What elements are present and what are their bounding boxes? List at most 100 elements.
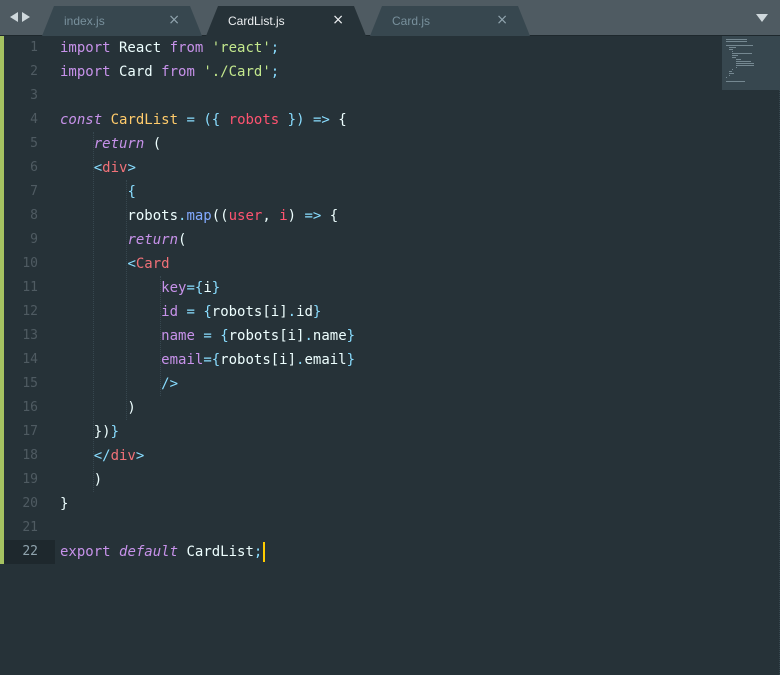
minimap-line (735, 59, 742, 60)
tab-bar: index.js × Card.js × CardList.js × (0, 0, 780, 36)
code-token: name (312, 328, 347, 344)
code-token: /> (161, 376, 179, 392)
code-token: email (161, 352, 204, 368)
line-number: 11 (22, 280, 38, 295)
code-token: } (346, 328, 356, 344)
minimap-line (726, 77, 727, 78)
code-token: { (203, 304, 212, 320)
minimap-line (735, 63, 754, 64)
code-line[interactable]: </div> (60, 444, 145, 468)
minimap[interactable] (722, 36, 780, 90)
minimap-line (732, 55, 738, 56)
code-token: robots[i] (228, 328, 305, 344)
chevron-down-icon[interactable] (756, 14, 768, 22)
code-token: i (279, 208, 288, 224)
code-line[interactable]: return( (60, 228, 186, 252)
code-token: }) (287, 112, 305, 128)
line-number: 5 (30, 136, 38, 151)
code-token: import (60, 40, 111, 56)
code-line[interactable]: email={robots[i].email} (60, 348, 355, 372)
tab-card-js[interactable]: Card.js × (370, 6, 530, 36)
line-number: 2 (30, 64, 38, 79)
line-number: 6 (30, 160, 38, 175)
code-token: => (312, 112, 330, 128)
line-number: 22 (22, 544, 38, 559)
tab-cardlist-js[interactable]: CardList.js × (206, 6, 366, 36)
code-token: > (127, 160, 136, 176)
text-cursor (263, 542, 266, 562)
code-line[interactable]: return ( (60, 132, 161, 156)
tab-index-js[interactable]: index.js × (42, 6, 202, 36)
minimap-line (729, 47, 736, 48)
code-token: div (110, 448, 136, 464)
code-token: email (304, 352, 347, 368)
code-line[interactable]: ) (60, 468, 102, 492)
code-token: => (304, 208, 322, 224)
minimap-line (735, 65, 754, 66)
code-token: 'react' (211, 40, 271, 56)
close-icon[interactable]: × (496, 12, 508, 28)
code-line[interactable]: <div> (60, 156, 136, 180)
close-icon[interactable]: × (332, 12, 344, 28)
code-token: } (346, 352, 356, 368)
code-token: ; (270, 64, 280, 80)
code-editor[interactable]: 1 2 3 4 5 6 7 8 9 10 11 12 13 14 15 16 17 18 19 20 21 22 impo… (0, 36, 780, 675)
code-line[interactable]: name = {robots[i].name} (60, 324, 355, 348)
close-icon[interactable]: × (168, 12, 180, 28)
code-token: React (110, 40, 170, 56)
code-line[interactable]: import Card from './Card'; (60, 60, 279, 84)
code-token: div (102, 160, 128, 176)
minimap-line (732, 57, 737, 58)
line-number: 8 (30, 208, 38, 223)
code-token: robots[i] (220, 352, 297, 368)
minimap-line (729, 75, 730, 76)
code-line[interactable]: import React from 'react'; (60, 36, 279, 60)
code-line[interactable]: const CardList = ({ robots }) => { (60, 108, 347, 132)
code-token: name (161, 328, 195, 344)
code-line[interactable]: robots.map((user, i) => { (60, 204, 338, 228)
line-number: 20 (22, 496, 38, 511)
minimap-line (729, 49, 734, 50)
code-line[interactable]: key={i} (60, 276, 220, 300)
code-token: } (211, 280, 221, 296)
code-line[interactable]: export default CardList; (60, 540, 266, 564)
code-token: from (169, 40, 204, 56)
code-token: { (329, 112, 347, 128)
code-line[interactable]: /> (60, 372, 178, 396)
line-number: 12 (22, 304, 38, 319)
triangle-left-icon[interactable] (10, 12, 18, 22)
line-number: 21 (22, 520, 38, 535)
line-number: 4 (30, 112, 38, 127)
triangle-right-icon[interactable] (22, 12, 30, 22)
minimap-line (726, 39, 747, 40)
line-number: 7 (30, 184, 38, 199)
code-line[interactable]: ) (60, 396, 135, 420)
minimap-line (732, 51, 734, 52)
code-line[interactable]: })} (60, 420, 119, 444)
code-line[interactable]: <Card (60, 252, 169, 276)
code-line[interactable]: } (60, 492, 68, 516)
code-token: return (127, 232, 179, 248)
code-line[interactable]: { (60, 180, 135, 204)
minimap-line (726, 41, 747, 42)
code-token: { (321, 208, 339, 224)
code-token: > (135, 448, 145, 464)
code-token: < (127, 256, 136, 272)
tab-label: index.js (64, 14, 105, 28)
code-token: default (119, 544, 179, 560)
code-token: id (296, 304, 313, 320)
code-token: user (228, 208, 263, 224)
code-text[interactable]: import React from 'react'; import Card fr… (60, 36, 720, 675)
code-token: ={ (203, 352, 221, 368)
code-line[interactable]: id = {robots[i].id} (60, 300, 321, 324)
code-token: robots (228, 112, 280, 128)
line-number: 19 (22, 472, 38, 487)
